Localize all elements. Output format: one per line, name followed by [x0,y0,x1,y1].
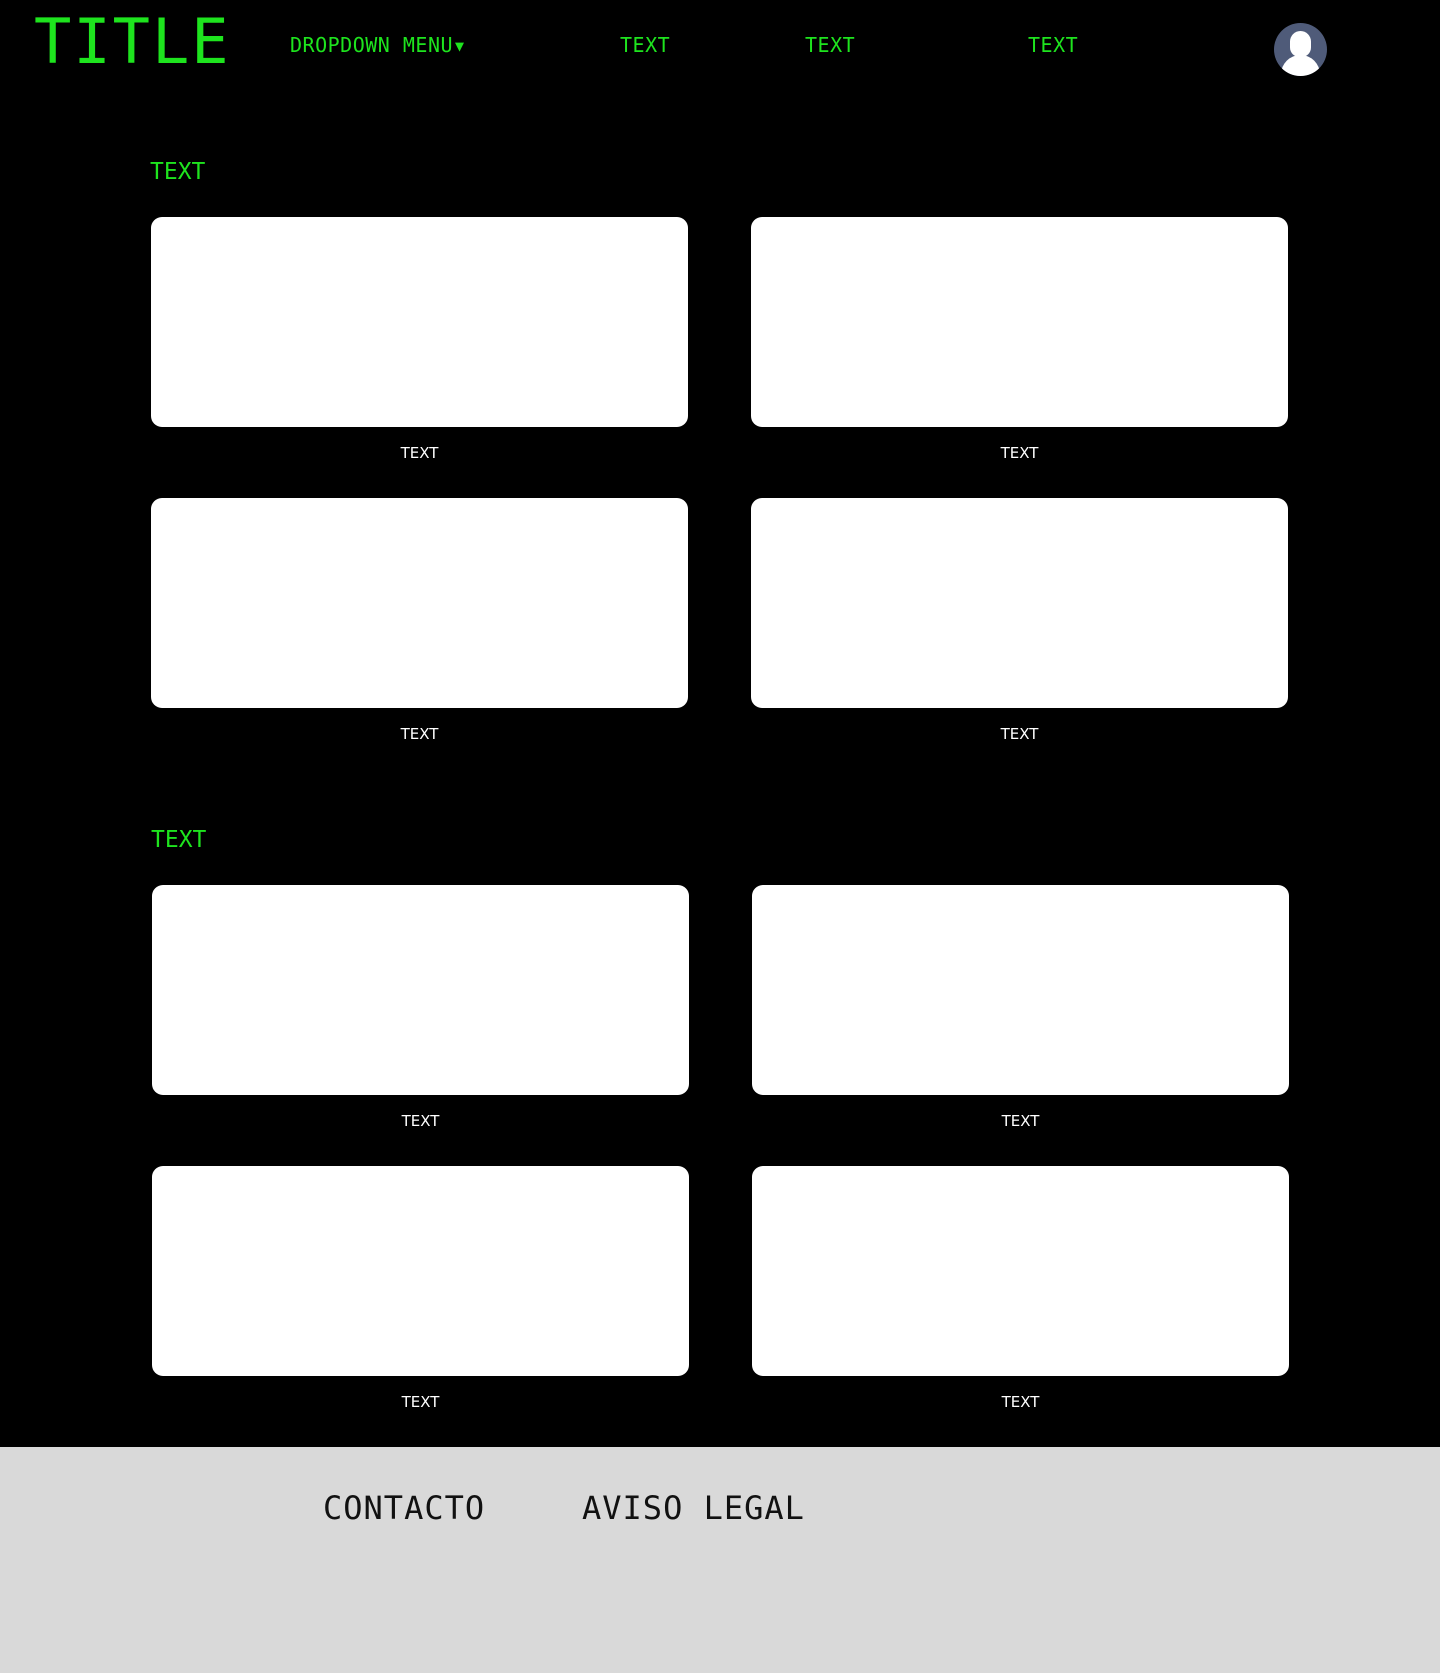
card-2[interactable] [751,217,1288,427]
card-label: TEXT [401,1112,440,1130]
footer-link-legal-notice[interactable]: AVISO LEGAL [582,1489,805,1527]
card-3[interactable] [151,498,688,708]
nav-item-1[interactable]: TEXT [620,33,670,57]
card-6[interactable] [752,885,1289,1095]
user-avatar-icon[interactable] [1274,23,1327,76]
site-title[interactable]: TITLE [34,6,231,78]
section-title: TEXT [151,827,207,853]
card-8[interactable] [752,1166,1289,1376]
card-1[interactable] [151,217,688,427]
card-label: TEXT [1001,1393,1040,1411]
nav-item-3[interactable]: TEXT [1028,33,1078,57]
nav-item-2[interactable]: TEXT [805,33,855,57]
page: TITLE DROPDOWN MENU ▼ TEXT TEXT TEXT TEXT… [0,0,1440,1673]
card-label: TEXT [1000,444,1039,462]
nav-dropdown-menu[interactable]: DROPDOWN MENU ▼ [290,33,465,59]
top-header: TITLE DROPDOWN MENU ▼ TEXT TEXT TEXT [0,0,1440,100]
section-title: TEXT [150,159,206,185]
card-label: TEXT [401,1393,440,1411]
nav-dropdown-label: DROPDOWN MENU [290,33,454,57]
card-label: TEXT [400,725,439,743]
footer: CONTACTO AVISO LEGAL [0,1447,1440,1673]
avatar-head-shape [1290,31,1311,57]
card-label: TEXT [400,444,439,462]
card-7[interactable] [152,1166,689,1376]
card-5[interactable] [152,885,689,1095]
footer-link-contact[interactable]: CONTACTO [323,1489,485,1527]
caret-down-icon: ▼ [455,37,465,55]
card-label: TEXT [1000,725,1039,743]
avatar-shoulders-shape [1281,55,1320,76]
card-label: TEXT [1001,1112,1040,1130]
card-4[interactable] [751,498,1288,708]
